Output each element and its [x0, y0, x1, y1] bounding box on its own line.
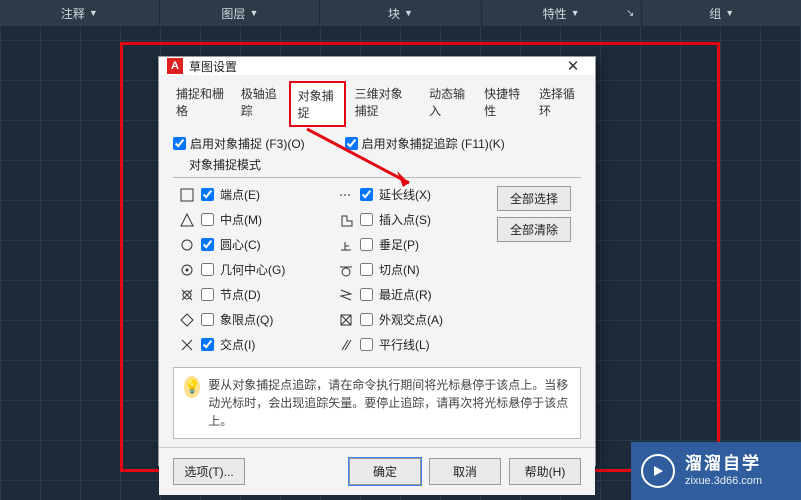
dialog-title: 草图设置 [189, 58, 559, 75]
options-button[interactable]: 选项(T)... [173, 458, 245, 485]
play-icon [641, 454, 675, 488]
mode-insert[interactable]: 插入点(S) [338, 211, 487, 228]
mode-nearest[interactable]: 最近点(R) [338, 286, 487, 303]
tip-text: 要从对象捕捉点追踪，请在命令执行期间将光标悬停于该点上。当移动光标时，会出现追踪… [208, 376, 570, 430]
enable-osnap-track-checkbox[interactable]: 启用对象捕捉追踪 (F11)(K) [345, 135, 505, 152]
lightbulb-icon: 💡 [184, 376, 200, 398]
midpoint-icon [179, 213, 195, 227]
perpendicular-icon [338, 238, 354, 252]
chevron-down-icon: ▼ [571, 8, 580, 18]
tab-quickprops[interactable]: 快捷特性 [477, 81, 530, 127]
mode-appintersect[interactable]: 外观交点(A) [338, 311, 487, 328]
nearest-icon [338, 288, 354, 302]
ribbon-panel-annotate[interactable]: 注释▼ [0, 0, 159, 26]
mode-center[interactable]: 圆心(C) [179, 236, 328, 253]
tangent-icon [338, 263, 354, 277]
extension-icon [338, 188, 354, 202]
help-button[interactable]: 帮助(H) [509, 458, 581, 485]
modes-group-label: 对象捕捉模式 [189, 156, 581, 173]
dialog-body: 启用对象捕捉 (F3)(O) 启用对象捕捉追踪 (F11)(K) 对象捕捉模式 … [159, 127, 595, 447]
center-icon [179, 238, 195, 252]
enable-osnap-checkbox[interactable]: 启用对象捕捉 (F3)(O) [173, 135, 305, 152]
tab-selcycle[interactable]: 选择循环 [532, 81, 585, 127]
chevron-down-icon: ▼ [249, 8, 258, 18]
drafting-settings-dialog: A 草图设置 ✕ 捕捉和栅格 极轴追踪 对象捕捉 三维对象捕捉 动态输入 快捷特… [158, 56, 596, 466]
app-logo: A [167, 58, 183, 74]
quadrant-icon [179, 313, 195, 327]
dialog-footer: 选项(T)... 确定 取消 帮助(H) [159, 447, 595, 495]
tip-box: 💡 要从对象捕捉点追踪，请在命令执行期间将光标悬停于该点上。当移动光标时，会出现… [173, 367, 581, 439]
watermark-url: zixue.3d66.com [685, 475, 762, 488]
mode-extension[interactable]: 延长线(X) [338, 186, 487, 203]
modes-col-right: 延长线(X) 插入点(S) 垂足(P) 切点(N) 最近点(R) 外观交点(A)… [338, 186, 487, 353]
chevron-down-icon: ▼ [725, 8, 734, 18]
modes-buttons: 全部选择 全部清除 [497, 186, 575, 353]
ribbon-panel-block[interactable]: 块▼ [321, 0, 480, 26]
osnap-modes: 端点(E) 中点(M) 圆心(C) 几何中心(G) 节点(D) 象限点(Q) 交… [173, 177, 581, 361]
enable-osnap-label: 启用对象捕捉 (F3)(O) [190, 135, 305, 152]
tab-polar[interactable]: 极轴追踪 [234, 81, 287, 127]
enable-osnap-track-input[interactable] [345, 137, 358, 150]
close-button[interactable]: ✕ [559, 57, 587, 75]
modes-col-left: 端点(E) 中点(M) 圆心(C) 几何中心(G) 节点(D) 象限点(Q) 交… [179, 186, 328, 353]
ribbon: 注释▼ 图层▼ 块▼ 特性▼↘ 组▼ [0, 0, 801, 26]
watermark-brand: 溜溜自学 [685, 454, 762, 474]
intersection-icon [179, 338, 195, 352]
appintersect-icon [338, 313, 354, 327]
geocenter-icon [179, 263, 195, 277]
tab-3dosnap[interactable]: 三维对象捕捉 [348, 81, 420, 127]
arrow-icon[interactable]: ↘ [626, 8, 634, 19]
mode-endpoint[interactable]: 端点(E) [179, 186, 328, 203]
ribbon-panel-properties[interactable]: 特性▼↘ [482, 0, 641, 26]
mode-tangent[interactable]: 切点(N) [338, 261, 487, 278]
mode-quadrant[interactable]: 象限点(Q) [179, 311, 328, 328]
ribbon-panel-group[interactable]: 组▼ [642, 0, 801, 26]
mode-intersection[interactable]: 交点(I) [179, 336, 328, 353]
watermark: 溜溜自学 zixue.3d66.com [631, 442, 801, 500]
ok-button[interactable]: 确定 [349, 458, 421, 485]
cancel-button[interactable]: 取消 [429, 458, 501, 485]
chevron-down-icon: ▼ [404, 8, 413, 18]
clear-all-button[interactable]: 全部清除 [497, 217, 571, 242]
mode-parallel[interactable]: 平行线(L) [338, 336, 487, 353]
mode-midpoint[interactable]: 中点(M) [179, 211, 328, 228]
mode-perpendicular[interactable]: 垂足(P) [338, 236, 487, 253]
endpoint-icon [179, 188, 195, 202]
tab-snap-grid[interactable]: 捕捉和栅格 [169, 81, 232, 127]
mode-node[interactable]: 节点(D) [179, 286, 328, 303]
dialog-tabs: 捕捉和栅格 极轴追踪 对象捕捉 三维对象捕捉 动态输入 快捷特性 选择循环 [159, 75, 595, 127]
mode-geocenter[interactable]: 几何中心(G) [179, 261, 328, 278]
chevron-down-icon: ▼ [89, 8, 98, 18]
parallel-icon [338, 338, 354, 352]
enable-osnap-input[interactable] [173, 137, 186, 150]
ribbon-panel-layer[interactable]: 图层▼ [161, 0, 320, 26]
tab-osnap[interactable]: 对象捕捉 [289, 81, 346, 127]
node-icon [179, 288, 195, 302]
select-all-button[interactable]: 全部选择 [497, 186, 571, 211]
enable-osnap-track-label: 启用对象捕捉追踪 (F11)(K) [362, 135, 505, 152]
tab-dyninput[interactable]: 动态输入 [422, 81, 475, 127]
titlebar: A 草图设置 ✕ [159, 57, 595, 75]
insert-icon [338, 213, 354, 227]
